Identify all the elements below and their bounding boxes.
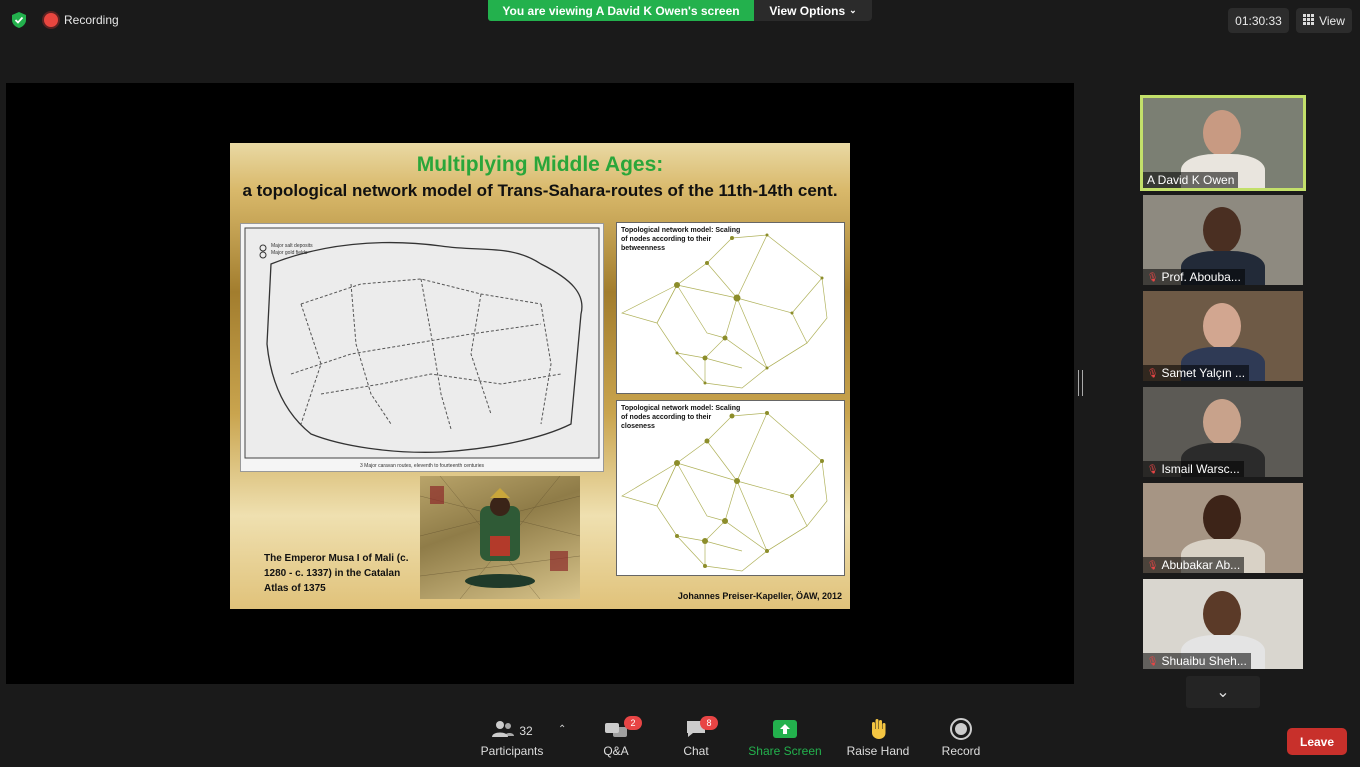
share-screen-label: Share Screen [748,744,822,758]
betweenness-network-panel: Topological network model: Scaling of no… [616,222,845,394]
scroll-down-button[interactable]: ⌄ [1186,676,1260,708]
participant-video-face [1203,303,1241,349]
participant-name: Prof. Abouba... [1161,270,1241,284]
participant-video-tile[interactable]: 🎙 Ismail Warsc... [1143,387,1303,477]
record-label: Record [941,744,981,758]
slide-subtitle: a topological network model of Trans-Sah… [242,181,838,200]
participant-video-face [1203,591,1241,637]
record-icon [950,717,972,745]
slide-caption: The Emperor Musa I of Mali (c. 1280 - c.… [264,553,409,594]
participant-name: Abubakar Ab... [1161,558,1241,572]
closeness-network-panel: Topological network model: Scaling of no… [616,400,845,576]
participant-video-face [1203,207,1241,253]
participant-video-tile[interactable]: 🎙 Prof. Abouba... [1143,195,1303,285]
participant-video-face [1203,495,1241,541]
network-panel-2-label: Topological network model: Scaling of no… [621,405,741,430]
participant-name-tag: A David K Owen [1143,172,1239,188]
participant-name: Shuaibu Sheh... [1161,654,1247,668]
muted-mic-icon: 🎙 [1147,271,1159,282]
muted-mic-icon: 🎙 [1147,655,1159,666]
participants-caret-icon[interactable]: ⌃ [558,724,566,735]
participant-name: A David K Owen [1147,173,1235,187]
participant-name-tag: 🎙 Shuaibu Sheh... [1143,653,1251,669]
share-screen-icon [773,719,797,743]
record-button[interactable]: Record [921,717,1001,762]
view-button[interactable]: View [1296,8,1352,33]
chat-button[interactable]: 8 Chat [656,716,736,762]
view-options-button[interactable]: View Options ⌄ [754,0,872,21]
caravan-routes-map: Major salt deposits Major gold fields 3 … [240,223,604,472]
slide-credit: Johannes Preiser-Kapeller, ÖAW, 2012 [677,591,842,601]
raise-hand-button[interactable]: Raise Hand [838,718,918,762]
participant-video-tile[interactable]: 🎙 Samet Yalçın ... [1143,291,1303,381]
muted-mic-icon: 🎙 [1147,367,1159,378]
viewing-banner: You are viewing A David K Owen's screen [488,0,754,21]
map-caption: 3 Major caravan routes, eleventh to four… [360,463,484,469]
view-label: View [1319,13,1345,28]
participant-name-tag: 🎙 Samet Yalçın ... [1143,365,1250,381]
slide-title: Multiplying Middle Ages: [416,153,664,176]
participant-video-tile[interactable]: A David K Owen [1140,95,1306,191]
chevron-down-icon: ⌄ [1216,684,1230,701]
muted-mic-icon: 🎙 [1147,463,1159,474]
chat-badge: 8 [700,716,718,730]
leave-button[interactable]: Leave [1287,728,1347,755]
qa-button[interactable]: 2 Q&A [576,716,656,762]
qa-label: Q&A [603,744,629,758]
recording-indicator-icon [44,13,58,27]
view-options-label: View Options [769,3,846,18]
participants-button[interactable]: 32 Participants [472,718,552,762]
encryption-shield-icon[interactable] [10,11,28,29]
participant-name: Samet Yalçın ... [1161,366,1246,380]
recording-label: Recording [64,13,119,27]
participant-video-face [1203,399,1241,445]
panel-resize-handle[interactable] [1078,370,1083,396]
map-legend: Major salt deposits Major gold fields [271,243,313,256]
chat-label: Chat [683,744,709,758]
raise-hand-label: Raise Hand [846,744,910,758]
participant-name-tag: 🎙 Prof. Abouba... [1143,269,1245,285]
participants-label: Participants [480,744,544,758]
chevron-down-icon: ⌄ [849,5,857,15]
raise-hand-icon [869,718,887,745]
participant-name-tag: 🎙 Ismail Warsc... [1143,461,1244,477]
participant-video-tile[interactable]: 🎙 Shuaibu Sheh... [1143,579,1303,669]
participants-count: 32 [519,724,533,738]
participant-name: Ismail Warsc... [1161,462,1240,476]
network-panel-1-label: Topological network model: Scaling of no… [621,227,741,252]
participant-video-tile[interactable]: 🎙 Abubakar Ab... [1143,483,1303,573]
participant-name-tag: 🎙 Abubakar Ab... [1143,557,1245,573]
muted-mic-icon: 🎙 [1147,559,1159,570]
grid-icon [1303,13,1315,28]
presentation-slide: Multiplying Middle Ages: a topological n… [230,143,850,609]
catalan-atlas-image [419,475,581,600]
participant-video-face [1203,110,1241,156]
meeting-timer: 01:30:33 [1228,8,1289,33]
qa-badge: 2 [624,716,642,730]
share-screen-button[interactable]: Share Screen [745,718,825,762]
participants-icon [491,720,515,743]
